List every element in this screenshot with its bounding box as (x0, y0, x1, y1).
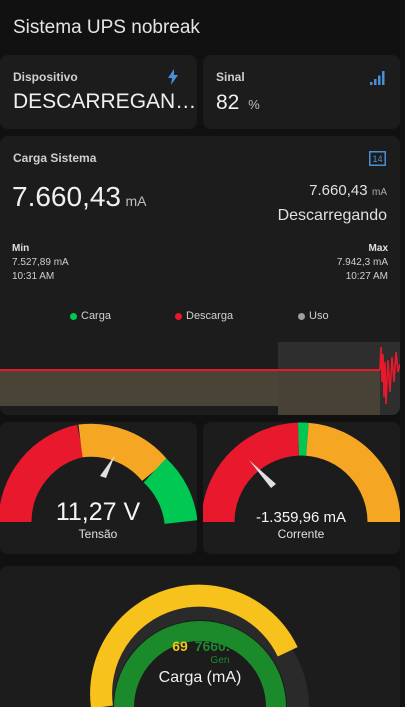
history-graph[interactable] (0, 342, 400, 415)
load-gauge: 69 7660.43 Gen Carga (mA) (90, 584, 309, 707)
current-value: -1.359,96 mA (256, 509, 346, 526)
load-gauge-inner-label: Gen (211, 655, 230, 666)
signal-unit: % (248, 97, 260, 112)
load-gauge-outer-value: 69 (172, 638, 188, 654)
history-area-recent-fill (278, 370, 380, 415)
load-card[interactable]: Carga Sistema 14 7.660,43 mA 7.660,43 mA… (0, 136, 400, 415)
lightning-icon (168, 69, 178, 85)
load-unit: mA (125, 193, 147, 209)
voltage-value: 11,27 V (56, 498, 141, 526)
signal-value: 82 (216, 91, 240, 114)
legend-label-uso: Uso (309, 310, 329, 323)
load-value: 7.660,43 (12, 181, 121, 212)
legend-swatch-carga (70, 312, 77, 320)
load-gauge-card[interactable]: 69 7660.43 Gen Carga (mA) (0, 566, 400, 707)
max-time: 10:27 AM (345, 271, 388, 282)
svg-text:14: 14 (372, 154, 382, 164)
history-area-old (0, 370, 278, 406)
load-label: Carga Sistema (13, 151, 97, 165)
legend-swatch-descarga (175, 312, 182, 320)
legend-label-descarga: Descarga (186, 310, 234, 323)
max-value: 7.942,3 mA (336, 257, 388, 268)
voltage-gauge: 11,27 V Tensão (0, 423, 197, 541)
voltage-gauge-green (143, 458, 197, 525)
legend-item-carga[interactable]: Carga (70, 310, 111, 322)
signal-bars-icon (370, 71, 385, 85)
max-label: Max (368, 243, 388, 254)
signal-label: Sinal (216, 70, 245, 84)
signal-card[interactable]: Sinal 82 % (203, 55, 400, 129)
voltage-gauge-amber (78, 423, 168, 482)
current-label: Corrente (278, 527, 325, 541)
legend-item-uso[interactable]: Uso (298, 310, 329, 322)
voltage-label: Tensão (79, 527, 118, 541)
load-gauge-label: Carga (mA) (159, 669, 242, 686)
legend-swatch-uso (298, 312, 305, 320)
current-card[interactable]: -1.359,96 mA Corrente (203, 422, 400, 554)
device-value: DESCARREGAN… (13, 90, 197, 113)
min-value: 7.527,89 mA (12, 257, 69, 268)
load-secondary-unit: mA (372, 187, 387, 198)
load-gauge-inner-value: 7660.43 (195, 638, 246, 654)
load-secondary-value: 7.660,43 (309, 182, 368, 199)
device-label: Dispositivo (13, 70, 78, 84)
min-label: Min (12, 243, 30, 254)
voltage-card[interactable]: 11,27 V Tensão (0, 422, 197, 554)
legend-item-descarga[interactable]: Descarga (175, 310, 233, 322)
page-title: Sistema UPS nobreak (13, 17, 200, 38)
legend-label-carga: Carga (81, 310, 111, 323)
current-gauge: -1.359,96 mA Corrente (203, 422, 400, 541)
device-card[interactable]: Dispositivo DESCARREGAN… (0, 55, 197, 129)
sensor-icon: 14 (369, 151, 386, 166)
min-time: 10:31 AM (12, 271, 55, 282)
load-status: Descarregando (277, 207, 387, 224)
